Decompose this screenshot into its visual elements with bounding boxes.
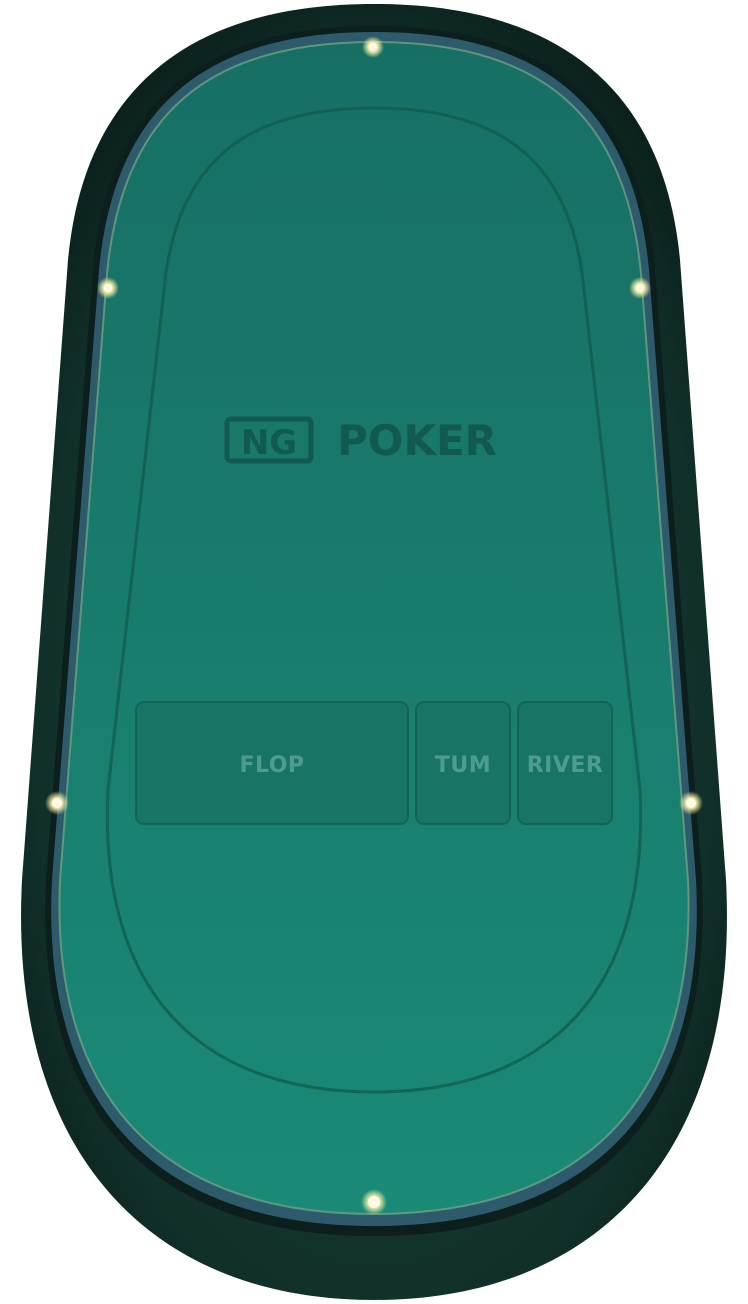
seat-light-upper-right — [629, 277, 651, 299]
seat-light-lower-left — [45, 791, 69, 815]
river-label: RIVER — [527, 753, 604, 778]
logo-word: POKER — [337, 416, 497, 465]
poker-table-view: NG POKER FLOP TUM RIVER — [0, 0, 748, 1304]
logo-box-text: NG — [241, 423, 297, 463]
seat-light-top — [362, 36, 384, 58]
poker-table: NG POKER FLOP TUM RIVER — [21, 4, 727, 1300]
turn-label: TUM — [435, 753, 491, 778]
board-slots: FLOP TUM RIVER — [135, 701, 613, 825]
seat-light-bottom — [361, 1189, 387, 1215]
seat-light-upper-left — [97, 277, 119, 299]
ngpoker-logo: NG POKER — [224, 416, 497, 465]
table-felt — [58, 40, 690, 1216]
flop-label: FLOP — [239, 753, 304, 778]
seat-light-lower-right — [679, 791, 703, 815]
